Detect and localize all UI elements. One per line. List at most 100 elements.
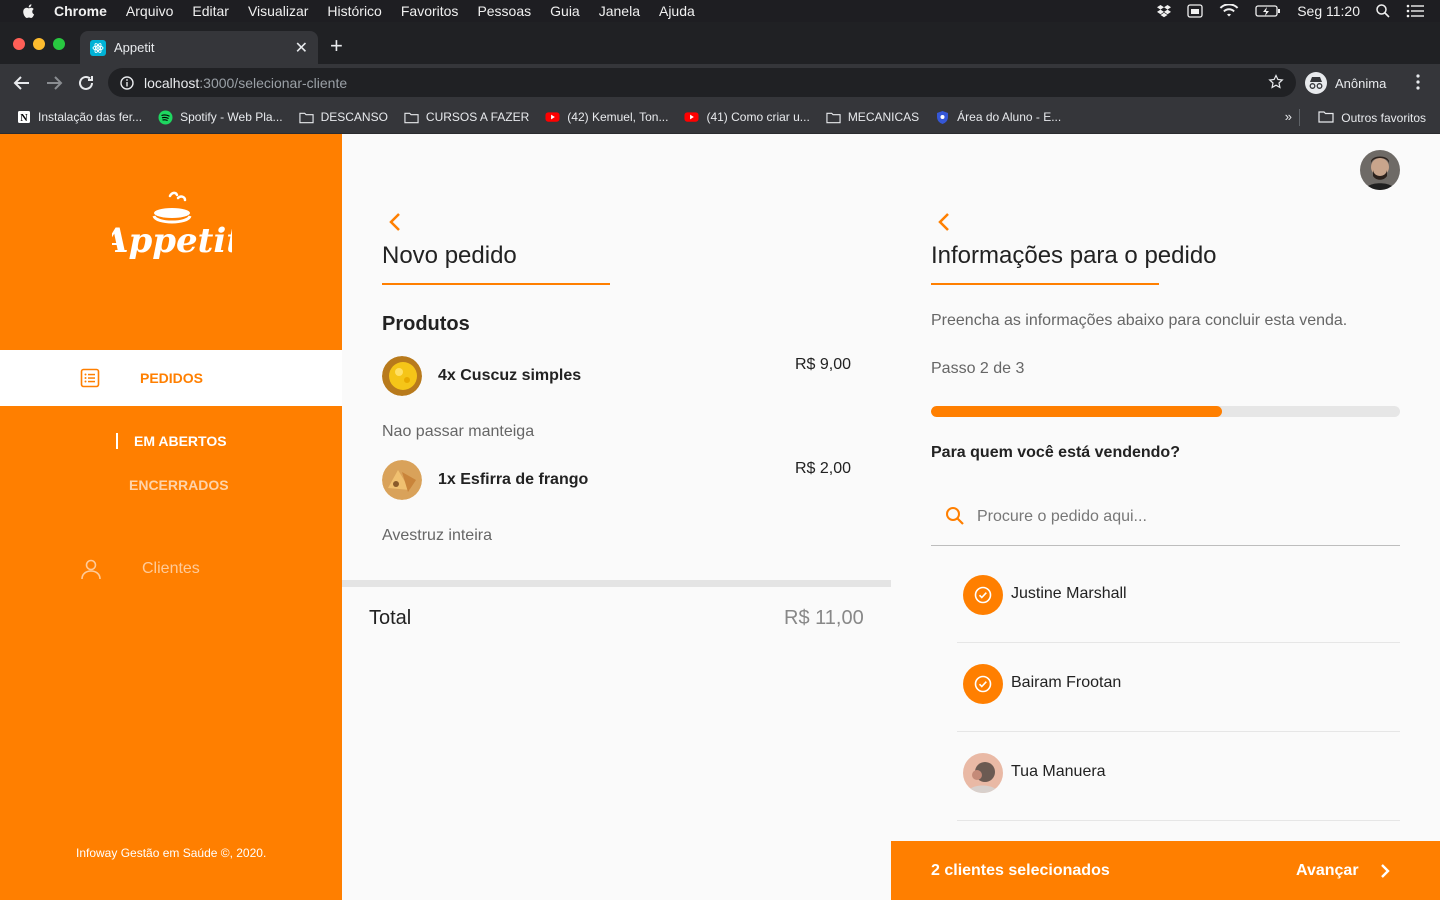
back-arrow-icon[interactable] <box>12 73 32 93</box>
client-avatar <box>963 753 1003 793</box>
apple-icon[interactable] <box>20 2 38 20</box>
battery-icon[interactable] <box>1255 4 1281 18</box>
calendar-icon[interactable] <box>1187 4 1203 18</box>
nav-encerrados[interactable]: ENCERRADOS <box>129 477 229 493</box>
shield-icon <box>935 110 950 125</box>
folder-icon <box>826 110 841 125</box>
youtube-icon <box>545 110 560 125</box>
reload-icon[interactable] <box>76 73 96 93</box>
question-heading: Para quem você está vendendo? <box>931 444 1180 461</box>
more-bookmarks-button[interactable]: » <box>1285 109 1292 124</box>
section-divider <box>342 580 891 587</box>
menu-ajuda[interactable]: Ajuda <box>659 3 695 19</box>
bookmark-label: Spotify - Web Pla... <box>180 110 283 124</box>
user-avatar[interactable] <box>1360 150 1400 190</box>
menu-janela[interactable]: Janela <box>599 3 640 19</box>
svg-text:N: N <box>20 113 28 124</box>
menu-historico[interactable]: Histórico <box>327 3 381 19</box>
product-note: Avestruz inteira <box>382 527 492 544</box>
progress-bar <box>931 406 1400 417</box>
bookmark-label: CURSOS A FAZER <box>425 110 530 124</box>
client-list-item[interactable]: Justine Marshall <box>957 554 1400 643</box>
product-note: Nao passar manteiga <box>382 423 535 440</box>
bookmark-label: (41) Como criar u... <box>706 110 810 124</box>
selected-check-icon[interactable] <box>963 664 1003 704</box>
dropbox-icon[interactable] <box>1157 4 1172 18</box>
menu-arquivo[interactable]: Arquivo <box>126 3 173 19</box>
browser-tab[interactable]: Appetit ✕ <box>80 31 318 64</box>
new-tab-button[interactable]: + <box>330 35 343 57</box>
address-bar[interactable]: localhost:3000/selecionar-cliente <box>108 68 1296 97</box>
order-title-underline <box>382 283 610 285</box>
bookmark-item[interactable]: Spotify - Web Pla... <box>158 110 283 125</box>
nav-clientes[interactable]: Clientes <box>80 558 200 580</box>
chevron-right-icon[interactable] <box>1379 861 1391 881</box>
minimize-window-button[interactable] <box>33 38 45 50</box>
close-tab-icon[interactable]: ✕ <box>295 38 308 58</box>
product-image-esfirra <box>382 460 422 500</box>
advance-button[interactable]: Avançar <box>1296 862 1359 880</box>
other-bookmarks-label: Outros favoritos <box>1341 110 1426 125</box>
bookmarks-bar: N Instalação das fer... Spotify - Web Pl… <box>0 101 1440 134</box>
bookmark-item[interactable]: CURSOS A FAZER <box>404 110 529 125</box>
total-value: R$ 11,00 <box>784 607 864 629</box>
bookmark-item[interactable]: (41) Como criar u... <box>684 110 810 125</box>
client-list-item[interactable]: Tua Manuera <box>957 732 1400 821</box>
total-label: Total <box>369 607 412 629</box>
client-search <box>931 496 1400 546</box>
search-input[interactable] <box>977 506 1377 528</box>
product-image-cuscuz <box>382 356 422 396</box>
client-name: Bairam Frootan <box>1011 674 1122 691</box>
order-title: Novo pedido <box>382 242 517 269</box>
bookmark-label: Área do Aluno - E... <box>957 110 1062 124</box>
menu-guia[interactable]: Guia <box>550 3 580 19</box>
bookmark-star-icon[interactable] <box>1268 74 1284 90</box>
info-description: Preencha as informações abaixo para conc… <box>931 312 1348 329</box>
menu-visualizar[interactable]: Visualizar <box>248 3 308 19</box>
appetit-logo[interactable]: Appetit <box>112 186 232 276</box>
active-indicator <box>116 433 118 449</box>
bookmark-item[interactable]: DESCANSO <box>298 110 388 125</box>
wifi-icon[interactable] <box>1219 4 1239 18</box>
other-bookmarks-button[interactable]: Outros favoritos <box>1318 101 1426 134</box>
client-name: Justine Marshall <box>1011 585 1127 602</box>
chrome-menu-icon[interactable] <box>1416 74 1420 90</box>
notification-center-icon[interactable] <box>1406 4 1424 18</box>
selected-check-icon[interactable] <box>963 575 1003 615</box>
folder-icon <box>404 110 419 125</box>
client-name: Tua Manuera <box>1011 763 1106 780</box>
menu-pessoas[interactable]: Pessoas <box>477 3 531 19</box>
forward-arrow-icon[interactable] <box>44 73 64 93</box>
incognito-icon <box>1305 72 1327 94</box>
close-window-button[interactable] <box>13 38 25 50</box>
spotify-icon <box>158 110 173 125</box>
bookmark-item[interactable]: Área do Aluno - E... <box>935 110 1061 125</box>
info-title-underline <box>931 283 1159 285</box>
nav-em-abertos[interactable]: EM ABERTOS <box>116 432 227 450</box>
menu-editar[interactable]: Editar <box>192 3 229 19</box>
menubar-clock[interactable]: Seg 11:20 <box>1297 3 1360 19</box>
profile-button[interactable]: Anônima <box>1305 72 1386 94</box>
products-heading: Produtos <box>382 313 470 335</box>
youtube-icon <box>684 110 699 125</box>
info-title: Informações para o pedido <box>931 242 1217 269</box>
bookmark-item[interactable]: MECANICAS <box>826 110 919 125</box>
nav-pedidos[interactable]: PEDIDOS <box>0 350 342 406</box>
step-indicator: Passo 2 de 3 <box>931 360 1025 377</box>
spotlight-search-icon[interactable] <box>1376 4 1390 18</box>
bookmark-item[interactable]: (42) Kemuel, Ton... <box>545 110 668 125</box>
back-chevron-icon[interactable] <box>937 211 951 233</box>
user-icon <box>81 559 101 580</box>
back-chevron-icon[interactable] <box>388 211 402 233</box>
browser-tab-strip: Appetit ✕ + <box>0 22 1440 64</box>
menu-favoritos[interactable]: Favoritos <box>401 3 459 19</box>
folder-icon <box>298 110 314 125</box>
maximize-window-button[interactable] <box>53 38 65 50</box>
bookmark-label: MECANICAS <box>847 110 920 124</box>
info-icon[interactable] <box>120 75 134 90</box>
product-price: R$ 2,00 <box>795 460 852 477</box>
menu-app-name[interactable]: Chrome <box>54 3 107 19</box>
client-list-item[interactable]: Bairam Frootan <box>957 643 1400 732</box>
bookmark-item[interactable]: N Instalação das fer... <box>16 110 142 125</box>
notion-icon: N <box>16 110 31 125</box>
